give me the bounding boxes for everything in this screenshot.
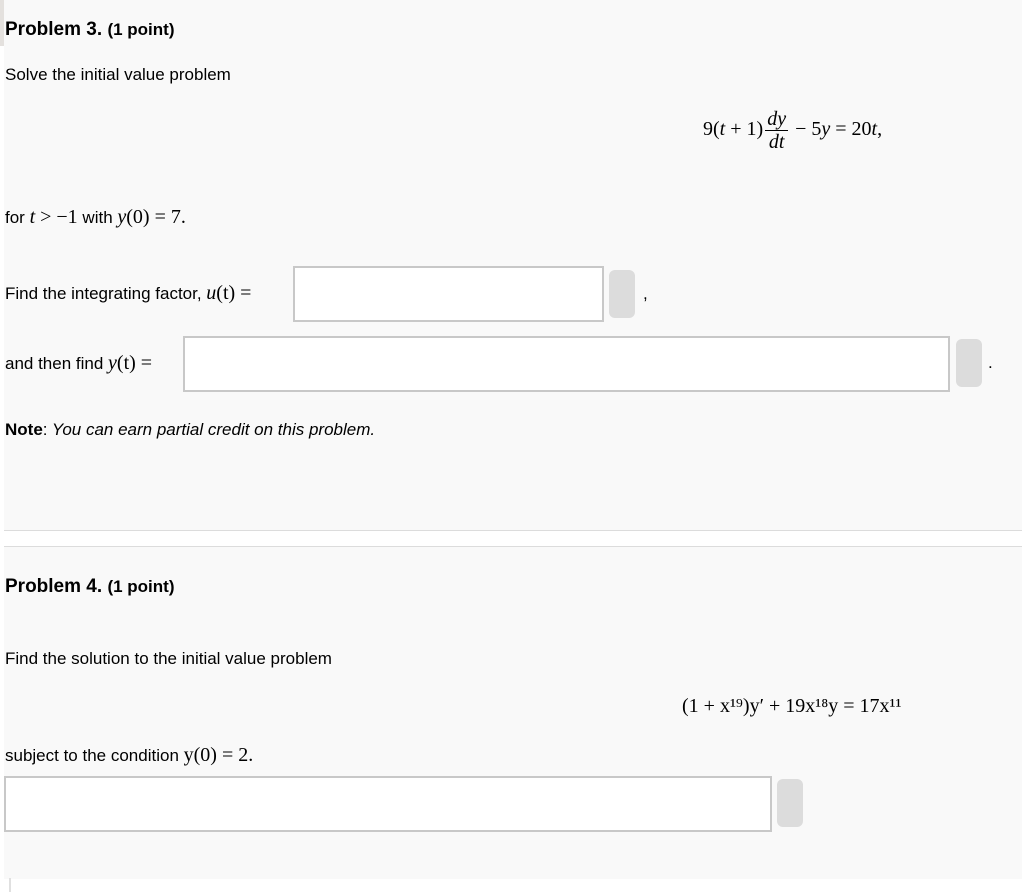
problem-4-points: (1 point): [107, 577, 175, 596]
problem-3-number: Problem 3.: [5, 19, 103, 40]
u-symbol: u: [206, 282, 217, 304]
condition-math: (0) = 7.: [126, 206, 186, 228]
u-rest: (t) =: [216, 282, 252, 304]
problem-3-equation: 9(t + 1) dy dt − 5y = 20t,: [703, 108, 882, 153]
problem-4-preview-button[interactable]: [777, 779, 803, 827]
eq-part: = 20: [830, 118, 872, 141]
label-text: and then find: [5, 354, 109, 373]
solution-input[interactable]: [183, 336, 950, 392]
partial-credit-note: Note: You can earn partial credit on thi…: [5, 420, 375, 440]
condition-text: subject to the condition: [5, 746, 184, 765]
bottom-edge-mark: [9, 878, 11, 892]
problem-4-condition: subject to the condition y(0) = 2.: [5, 744, 253, 767]
problem-3-intro: Solve the initial value problem: [5, 65, 231, 84]
frac-denominator: dt: [768, 131, 785, 153]
condition-text: with: [77, 208, 118, 227]
condition-var-y: y: [117, 206, 127, 228]
y-symbol: y: [108, 352, 117, 374]
problem-4-intro: Find the solution to the initial value p…: [5, 649, 332, 668]
problem-3-points: (1 point): [107, 20, 175, 39]
separator-period: .: [988, 353, 993, 372]
eq-part: − 5: [790, 118, 822, 141]
frac-numerator: dy: [767, 108, 787, 130]
label-text: Find the integrating factor,: [5, 284, 207, 303]
condition-math: y(0) = 2.: [183, 744, 254, 766]
note-text: You can earn partial credit on this prob…: [47, 420, 376, 439]
problem-4-answer-input[interactable]: [4, 776, 772, 832]
problem-4-number: Problem 4.: [5, 576, 103, 597]
integrating-factor-input[interactable]: [293, 266, 604, 322]
eq-part: + 1): [725, 118, 764, 141]
note-label: Note: [5, 420, 43, 439]
integrating-factor-preview-button[interactable]: [609, 270, 635, 318]
problem-4-equation: (1 + x¹⁹)y′ + 19x¹⁸y = 17x¹¹: [682, 695, 902, 717]
separator-comma: ,: [643, 284, 648, 303]
y-rest: (t) =: [116, 352, 153, 374]
condition-math: > −1: [35, 206, 78, 228]
condition-text: for: [5, 208, 30, 227]
eq-part: ,: [877, 118, 883, 141]
eq-part: 9(: [703, 118, 720, 141]
integrating-factor-label: Find the integrating factor, u(t) =: [5, 282, 251, 305]
derivative-fraction: dy dt: [765, 108, 789, 153]
eq-var-y: y: [821, 118, 831, 141]
problem-4-title: Problem 4. (1 point): [5, 576, 174, 598]
problem-3-title: Problem 3. (1 point): [5, 19, 174, 41]
problem-3-condition: for t > −1 with y(0) = 7.: [5, 206, 186, 229]
solution-label: and then find y(t) =: [5, 352, 152, 375]
solution-preview-button[interactable]: [956, 339, 982, 387]
